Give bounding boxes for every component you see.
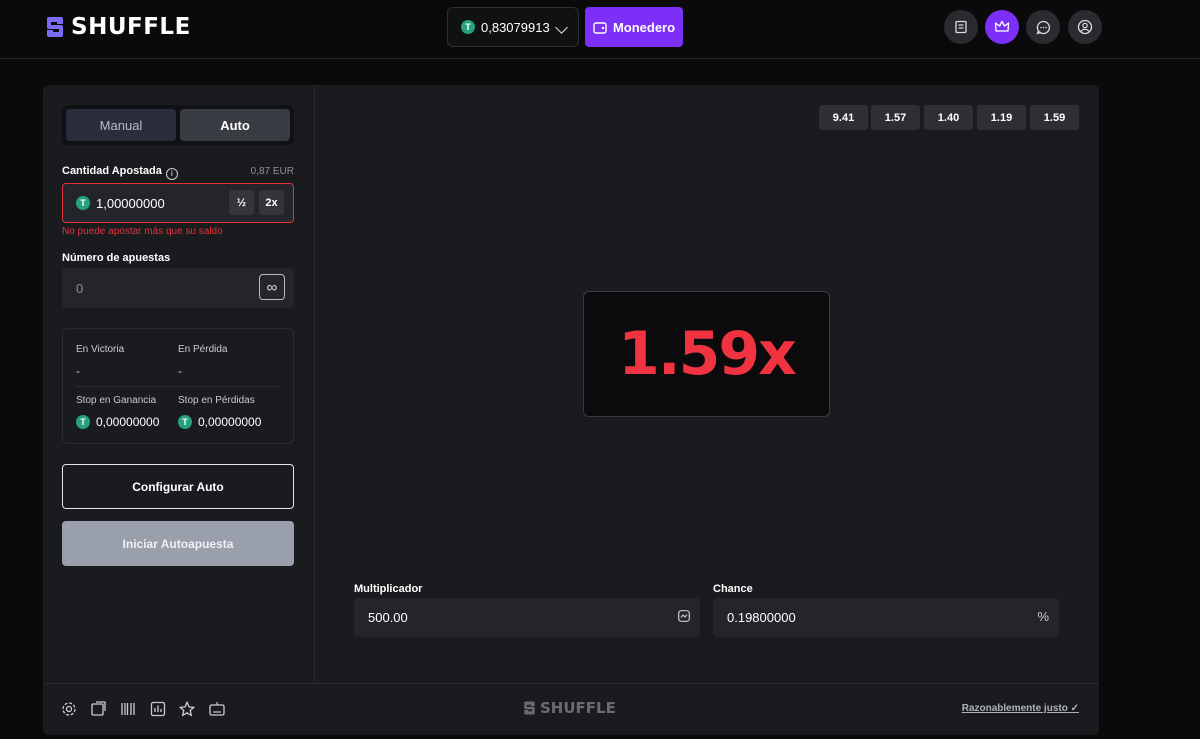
crown-icon xyxy=(994,20,1010,32)
balance-value: 0,83079913 xyxy=(481,19,550,35)
chat-icon xyxy=(1035,20,1050,35)
multiplier-input[interactable]: 500.00 xyxy=(354,598,700,637)
percent-icon: % xyxy=(1037,609,1049,624)
receipt-icon xyxy=(955,20,967,34)
start-autobet-button[interactable]: Iniciar Autoapuesta xyxy=(62,521,294,566)
settings-icon[interactable] xyxy=(60,700,78,718)
wallet-label: Monedero xyxy=(612,19,676,35)
stop-profit-amount: T 0,00000000 xyxy=(76,415,159,429)
tab-auto[interactable]: Auto xyxy=(180,109,290,141)
chance-input[interactable]: 0.19800000 % xyxy=(713,598,1059,637)
game-footer: SHUFFLE Razonablemente justo ✓ xyxy=(43,683,1099,735)
bet-amount-value[interactable]: 1,00000000 xyxy=(96,196,165,211)
insufficient-balance-error: No puede apostar más que su saldo xyxy=(62,226,223,237)
barcode-icon[interactable] xyxy=(119,700,137,718)
history-item[interactable]: 1.40 xyxy=(924,105,973,130)
half-bet-button[interactable]: ½ xyxy=(229,190,254,215)
history-item[interactable]: 1.19 xyxy=(977,105,1026,130)
num-bets-input[interactable]: 0 ∞ xyxy=(62,268,294,308)
auto-settings-summary: En Victoria - En Pérdida - Stop en Ganan… xyxy=(62,328,294,444)
tab-manual[interactable]: Manual xyxy=(66,109,176,141)
configure-auto-button[interactable]: Configurar Auto xyxy=(62,464,294,509)
chance-value[interactable]: 0.19800000 xyxy=(727,610,796,625)
bets-list-button[interactable] xyxy=(944,10,978,44)
trend-icon xyxy=(678,610,690,622)
top-bar: SHUFFLE T 0,83079913 Monedero xyxy=(0,0,1200,59)
num-bets-label: Número de apuestas xyxy=(62,252,171,264)
user-icon xyxy=(1077,19,1093,35)
logo-icon xyxy=(47,17,63,37)
shuffle-logo[interactable]: SHUFFLE xyxy=(45,14,191,40)
star-icon[interactable] xyxy=(178,700,196,718)
wallet-button[interactable]: Monedero xyxy=(585,7,683,47)
provably-fair-label[interactable]: Razonablemente justo xyxy=(962,703,1068,714)
bet-amount-label: Cantidad Apostada i xyxy=(62,165,178,180)
provably-fair-link[interactable]: Razonablemente justo ✓ xyxy=(962,703,1079,714)
stop-profit-label: Stop en Ganancia xyxy=(76,395,157,406)
logo-icon xyxy=(524,701,535,715)
profile-button[interactable] xyxy=(1068,10,1102,44)
vip-button[interactable] xyxy=(985,10,1019,44)
double-check-icon: ✓ xyxy=(1070,703,1079,714)
footer-logo-text: SHUFFLE xyxy=(540,699,616,717)
wallet-icon xyxy=(593,21,607,34)
num-bets-value[interactable]: 0 xyxy=(76,281,83,296)
usdt-coin-icon: T xyxy=(76,196,90,210)
on-loss-label: En Pérdida xyxy=(178,344,228,355)
result-display: 1.59x xyxy=(583,291,830,417)
infinite-bets-button[interactable]: ∞ xyxy=(259,274,285,300)
stats-icon[interactable] xyxy=(149,700,167,718)
popout-icon[interactable] xyxy=(89,700,107,718)
logo-text: SHUFFLE xyxy=(71,14,191,40)
usdt-coin-icon: T xyxy=(178,415,192,429)
keyboard-icon[interactable] xyxy=(208,700,226,718)
usdt-coin-icon: T xyxy=(461,20,475,34)
stop-loss-value: 0,00000000 xyxy=(198,415,262,429)
on-win-label: En Victoria xyxy=(76,344,125,355)
multiplier-value[interactable]: 500.00 xyxy=(368,610,408,625)
chance-label: Chance xyxy=(713,583,753,595)
divider xyxy=(76,386,280,387)
stop-profit-value: 0,00000000 xyxy=(96,415,160,429)
multiplier-label: Multiplicador xyxy=(354,583,423,595)
history-item[interactable]: 1.57 xyxy=(871,105,920,130)
chevron-down-icon xyxy=(555,21,568,34)
history-item[interactable]: 9.41 xyxy=(819,105,868,130)
double-bet-button[interactable]: 2x xyxy=(259,190,284,215)
game-panel: Manual Auto Cantidad Apostada i 0,87 EUR … xyxy=(43,85,1099,735)
chat-button[interactable] xyxy=(1026,10,1060,44)
bet-amount-fiat: 0,87 EUR xyxy=(250,166,294,177)
balance-selector[interactable]: T 0,83079913 xyxy=(447,7,579,47)
bet-amount-input[interactable]: T 1,00000000 ½ 2x xyxy=(62,183,294,223)
on-win-value: - xyxy=(76,364,80,378)
on-loss-value: - xyxy=(178,364,182,378)
stop-loss-amount: T 0,00000000 xyxy=(178,415,261,429)
mode-tabs: Manual Auto xyxy=(62,105,294,145)
info-icon[interactable]: i xyxy=(165,167,178,180)
bet-amount-label-text: Cantidad Apostada xyxy=(62,165,162,177)
stop-loss-label: Stop en Pérdidas xyxy=(178,395,255,406)
footer-logo: SHUFFLE xyxy=(523,699,616,717)
history-item[interactable]: 1.59 xyxy=(1030,105,1079,130)
usdt-coin-icon: T xyxy=(76,415,90,429)
bet-sidebar: Manual Auto Cantidad Apostada i 0,87 EUR … xyxy=(43,85,315,683)
